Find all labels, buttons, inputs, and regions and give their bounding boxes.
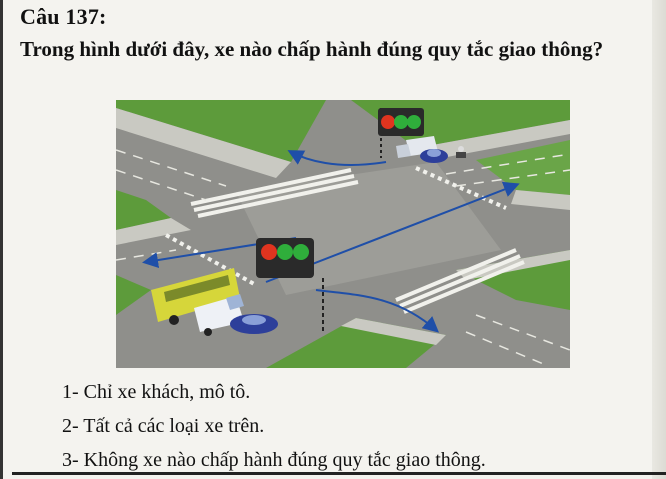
intersection-svg xyxy=(116,100,570,368)
question-page: Câu 137: Trong hình dưới đây, xe nào chấ… xyxy=(0,0,666,479)
question-text: Trong hình dưới đây, xe nào chấp hành đú… xyxy=(20,37,604,61)
answer-option-3[interactable]: 3- Không xe nào chấp hành đúng quy tắc g… xyxy=(62,448,486,472)
page-edge-shadow xyxy=(652,0,666,479)
answer-option-2[interactable]: 2- Tất cả các loại xe trên. xyxy=(62,414,264,438)
intersection-illustration xyxy=(116,100,570,368)
bottom-rule xyxy=(12,472,666,475)
car-bottom xyxy=(230,314,278,334)
left-border xyxy=(0,0,3,479)
answer-option-1[interactable]: 1- Chỉ xe khách, mô tô. xyxy=(62,380,250,404)
question-number: Câu 137: xyxy=(20,4,107,29)
car-top xyxy=(420,149,448,163)
